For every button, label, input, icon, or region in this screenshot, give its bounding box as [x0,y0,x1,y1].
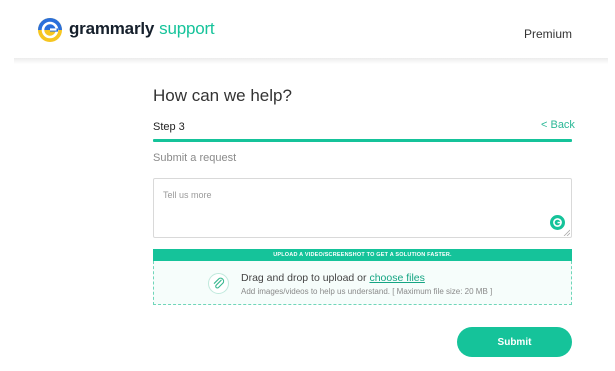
grammarly-logo-icon[interactable] [38,18,62,42]
grammarly-assistant-icon[interactable] [550,215,565,230]
choose-files-link[interactable]: choose files [369,272,424,284]
upload-hint: Add images/videos to help us understand.… [241,287,493,296]
back-link[interactable]: < Back [541,119,575,131]
premium-link[interactable]: Premium [524,27,572,41]
message-textarea[interactable] [153,178,572,238]
step-label: Step 3 [153,121,185,133]
progress-bar [153,139,572,142]
header-divider [14,58,608,64]
drop-instruction: Drag and drop to upload or [241,272,367,284]
paperclip-icon[interactable] [208,273,229,294]
header: grammarly support Premium [0,0,615,62]
brand-accent: support [159,19,215,38]
page-title: How can we help? [153,86,292,105]
brand-name: grammarly [69,19,155,38]
brand-logo[interactable]: grammarly support [69,19,215,39]
resize-grip-icon[interactable] [563,229,570,236]
upload-banner: UPLOAD A VIDEO/SCREENSHOT TO GET A SOLUT… [153,249,572,261]
submit-button[interactable]: Submit [457,327,572,357]
section-label: Submit a request [153,152,237,164]
dropzone-text: Drag and drop to upload or choose files [241,272,425,284]
